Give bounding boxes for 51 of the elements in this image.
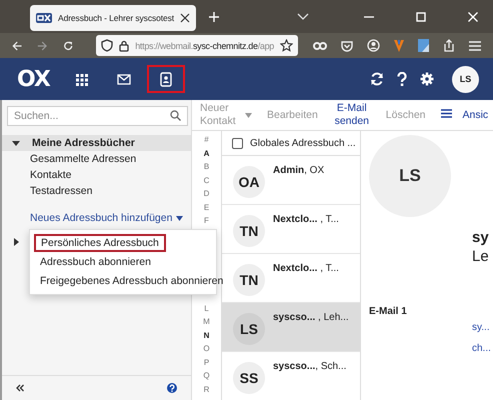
contact-row[interactable]: TN Nextclo... , T... <box>222 205 360 254</box>
index-letter[interactable]: D <box>204 187 210 200</box>
contact-avatar: SS <box>233 362 265 394</box>
user-avatar[interactable]: LS <box>452 66 479 92</box>
contact-name: Admin, OX <box>273 164 324 176</box>
index-letter[interactable]: R <box>204 382 210 396</box>
tab-title: Adressbuch - Lehrer syscsotest <box>58 12 174 22</box>
index-letter[interactable]: M <box>203 315 210 328</box>
menu-item[interactable]: Persönliches Adressbuch <box>34 234 166 252</box>
contact-row[interactable]: LS syscso... , Leh... <box>222 303 360 352</box>
contact-title: Le <box>472 248 490 266</box>
email-link[interactable]: sy... <box>472 317 490 338</box>
browser-tab[interactable]: Adressbuch - Lehrer syscsotest <box>30 4 196 30</box>
contact-avatar: LS <box>233 313 265 345</box>
contact-row[interactable]: OA Admin, OX <box>222 156 360 205</box>
contact-row[interactable]: SS syscso..., Sch... <box>222 352 360 400</box>
index-letter[interactable]: A <box>204 146 210 160</box>
folder-title[interactable]: Meine Adressbücher <box>32 137 135 149</box>
search-field[interactable]: Suchen... <box>7 106 188 126</box>
contact-name: sy <box>472 228 490 248</box>
index-letter[interactable]: O <box>203 342 210 356</box>
index-letter[interactable]: B <box>204 160 210 174</box>
contact-name: syscso..., Sch... <box>273 360 346 372</box>
contact-photo: LS <box>369 135 451 217</box>
field-label: E-Mail 1 <box>369 306 408 319</box>
email-link[interactable]: ch... <box>472 338 491 359</box>
contact-avatar: TN <box>233 215 265 247</box>
list-title: Globales Adressbuch ... <box>250 138 356 148</box>
address-bar[interactable]: https://webmail.sysc-chemnitz.de/app <box>96 35 298 56</box>
index-letter[interactable]: P <box>204 356 210 369</box>
toolbar-button[interactable]: E-Mail senden <box>332 102 371 128</box>
menu-item[interactable]: Adressbuch abonnieren <box>34 253 157 271</box>
index-letter[interactable]: N <box>204 328 210 342</box>
contact-avatar: OA <box>233 166 265 198</box>
url-text: https://webmail.sysc-chemnitz.de/app <box>135 40 274 50</box>
index-letter[interactable]: C <box>204 174 210 187</box>
contact-name: syscso... , Leh... <box>273 311 349 323</box>
folder-item[interactable]: Gesammelte Adressen <box>2 151 191 167</box>
index-letter[interactable]: E <box>204 200 210 214</box>
index-letter[interactable]: L <box>204 302 209 315</box>
toolbar-button[interactable]: Ansic <box>462 109 488 121</box>
index-letter[interactable]: # <box>204 133 209 146</box>
folder-item[interactable]: Kontakte <box>2 167 191 183</box>
folder-item[interactable]: Testadressen <box>2 183 191 199</box>
index-letter[interactable]: F <box>204 214 209 228</box>
add-address-book-link[interactable]: Neues Adressbuch hinzufügen <box>30 210 184 226</box>
contact-name: Nextclo... , T... <box>273 213 339 225</box>
contact-avatar: TN <box>233 264 265 296</box>
ox-logo[interactable]: OX <box>17 66 50 92</box>
index-letter[interactable]: Q <box>203 369 210 382</box>
contact-name: Nextclo... , T... <box>273 262 339 274</box>
